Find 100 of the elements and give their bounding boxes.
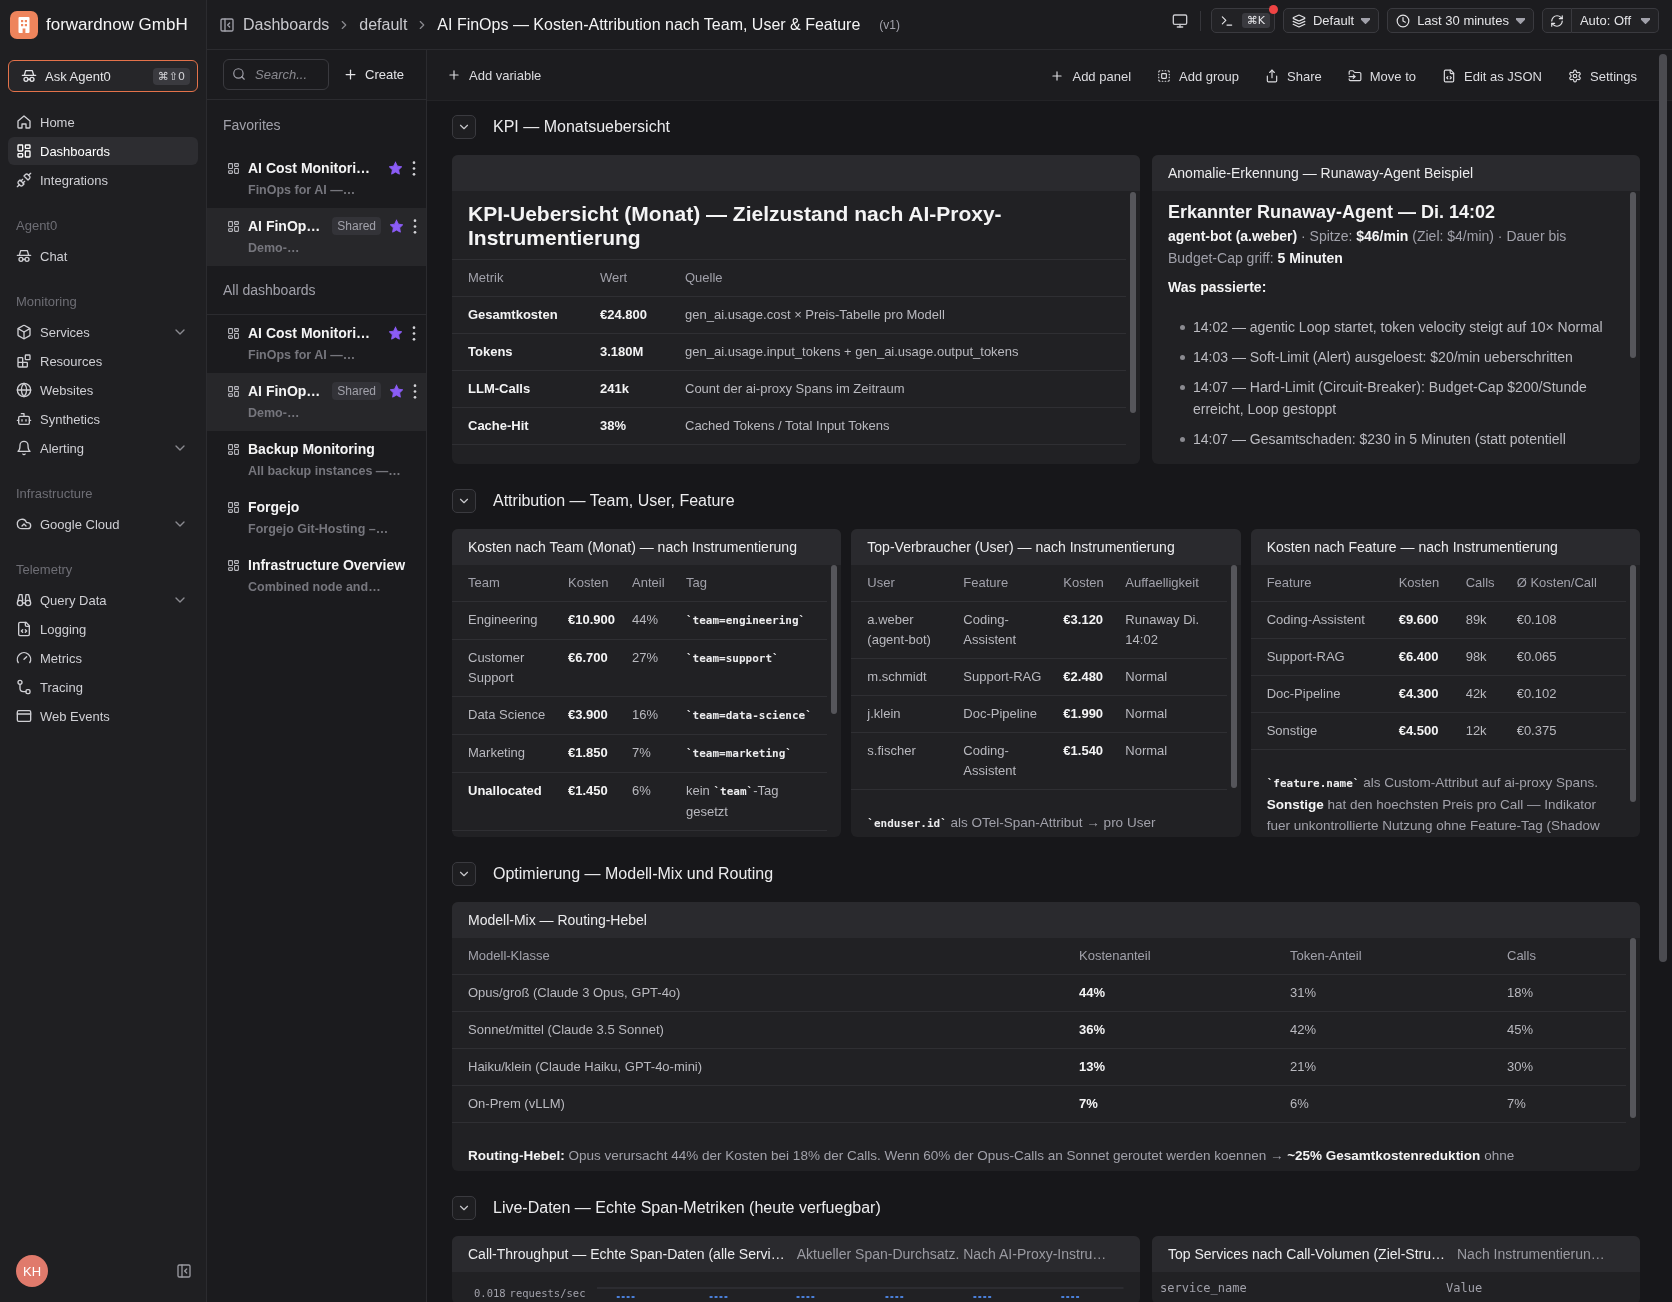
search-field[interactable]: Search...: [223, 59, 329, 90]
command-button[interactable]: ⌘K: [1210, 8, 1275, 33]
more-options-icon[interactable]: [412, 325, 416, 341]
collapse-button[interactable]: [452, 1196, 476, 1220]
settings-button[interactable]: Settings: [1568, 68, 1637, 84]
nav-item[interactable]: Dashboards: [8, 137, 198, 165]
create-button[interactable]: Create: [343, 67, 405, 82]
nav-item[interactable]: Alerting: [8, 434, 198, 462]
list-heading: Was passierte:: [1167, 278, 1268, 297]
dashboard-list-item[interactable]: Backup Monitoring All backup instances —…: [207, 431, 426, 489]
dashboard-list-item[interactable]: AI FinOp… Shared Demo-…: [207, 373, 426, 431]
caret-down-icon: [1515, 17, 1525, 24]
column-header: Kostenanteil: [1063, 938, 1274, 975]
dashboard-name: Backup Monitoring: [248, 441, 375, 457]
route-icon: [16, 679, 32, 695]
table-cell: Sonstige: [1250, 712, 1383, 750]
column-header: Calls: [1491, 938, 1626, 975]
nav-item[interactable]: Resources: [8, 347, 198, 375]
scrollbar-thumb[interactable]: [1130, 192, 1136, 413]
dashboard-grid-icon: [227, 326, 240, 340]
nav-item[interactable]: Google Cloud: [8, 510, 198, 538]
table-cell: €4.300: [1382, 675, 1450, 713]
add-panel-button[interactable]: Add panel: [1050, 68, 1132, 84]
time-range-dropdown[interactable]: Last 30 minutes: [1387, 8, 1534, 33]
monitor-icon[interactable]: [1171, 12, 1188, 29]
table-cell: €0.102: [1500, 675, 1626, 713]
add-variable-button[interactable]: Add variable: [447, 67, 542, 83]
nav-item[interactable]: Chat: [8, 242, 198, 270]
version-label: (v1): [879, 17, 900, 32]
star-icon[interactable]: [388, 325, 403, 341]
dashboard-name: AI Cost Monitori…: [248, 325, 371, 341]
nav-item[interactable]: Home: [8, 108, 198, 136]
nav-item[interactable]: Integrations: [8, 166, 198, 194]
dashboard-name: AI FinOp…: [248, 383, 321, 399]
nav-item[interactable]: Query Data: [8, 586, 198, 614]
table-cell: j.klein: [851, 695, 948, 733]
more-options-icon[interactable]: [413, 383, 418, 399]
nav-item[interactable]: Websites: [8, 376, 198, 404]
table-cell: €1.450: [552, 772, 616, 831]
refresh-button[interactable]: [1541, 8, 1572, 33]
scrollbar-thumb[interactable]: [1630, 938, 1636, 1118]
binoculars-icon: [16, 592, 32, 608]
dashboard-list-item[interactable]: Forgejo Forgejo Git-Hosting –…: [207, 489, 426, 547]
scrollbar-thumb[interactable]: [1630, 565, 1636, 802]
move-to-button[interactable]: Move to: [1347, 68, 1416, 84]
scrollbar-thumb[interactable]: [1630, 192, 1636, 358]
nav-item[interactable]: Metrics: [8, 644, 198, 672]
share-icon: [1265, 69, 1280, 83]
nav-item[interactable]: Services: [8, 318, 198, 346]
dashboard-grid-icon: [16, 143, 32, 159]
more-options-icon[interactable]: [412, 160, 416, 176]
ask-agent-button[interactable]: Ask Agent0 ⌘⇧0: [8, 60, 198, 92]
table-cell: Support-RAG: [947, 658, 1048, 696]
table-cell: Sonnet/mittel (Claude 3.5 Sonnet): [452, 1011, 1063, 1049]
collapse-button[interactable]: [452, 862, 476, 886]
caret-down-icon: [1361, 17, 1371, 24]
edit-json-button[interactable]: Edit as JSON: [1442, 68, 1542, 84]
nav-item[interactable]: Tracing: [8, 673, 198, 701]
table-cell: `team=engineering`: [670, 601, 828, 640]
robot-icon: [16, 411, 32, 427]
panel-description: Aktueller Span-Durchsatz. Nach AI-Proxy-Instru…: [796, 1246, 1107, 1262]
collapse-button[interactable]: [452, 115, 476, 139]
dashboard-list-item[interactable]: AI Cost Monitori… FinOps for AI —…: [207, 315, 426, 373]
sidebar-toggle-icon[interactable]: [176, 1263, 192, 1279]
table-cell: Normal: [1109, 732, 1227, 790]
table-cell: gen_ai.usage.input_tokens + gen_ai.usage.output_tokens: [669, 333, 1126, 371]
star-icon[interactable]: [388, 160, 403, 176]
nav-item[interactable]: Logging: [8, 615, 198, 643]
dashboard-grid-icon: [227, 384, 240, 398]
share-button[interactable]: Share: [1265, 68, 1322, 84]
dashboard-list-item[interactable]: AI FinOp… Shared Demo-…: [207, 208, 426, 266]
auto-refresh-dropdown[interactable]: Auto: Off: [1571, 8, 1659, 33]
table-cell: Gesamtkosten: [452, 296, 584, 334]
scrollbar-thumb[interactable]: [1230, 565, 1237, 788]
scrollbar-thumb[interactable]: [1659, 54, 1667, 962]
collapse-button[interactable]: [452, 489, 476, 513]
table-cell: s.fischer: [851, 732, 948, 790]
more-options-icon[interactable]: [413, 218, 418, 234]
list-section-label: All dashboards: [223, 282, 316, 298]
sidebar-toggle-icon[interactable]: [219, 16, 235, 33]
building-logo-icon[interactable]: [10, 10, 38, 39]
dashboard-list-item[interactable]: Infrastructure Overview Combined node and…: [207, 547, 426, 605]
dashboard-description: Demo-…: [247, 240, 301, 257]
scrollbar-thumb[interactable]: [831, 565, 838, 714]
nav-item[interactable]: Synthetics: [8, 405, 198, 433]
star-icon[interactable]: [389, 218, 405, 234]
table-cell: 7%: [1063, 1085, 1274, 1123]
add-group-button[interactable]: Add group: [1157, 68, 1240, 84]
table-cell: 12k: [1449, 712, 1501, 750]
panel-text: `feature.name` als Custom-Attribut auf ai-proxy Spans. Sonstige hat den hoechsten Preis pro Call — Indikator fuer unkontrollierte Nutzung ohne Feature-Tag (Shadow: [1265, 774, 1601, 835]
table-cell: Cached Tokens / Total Input Tokens: [669, 407, 1126, 445]
breadcrumb-link[interactable]: Dashboards: [243, 15, 330, 34]
dashboard-list-item[interactable]: AI Cost Monitori… FinOps for AI —…: [207, 150, 426, 208]
y-axis-label: 0.018: [474, 1287, 506, 1299]
nav-item[interactable]: Web Events: [8, 702, 198, 730]
star-icon[interactable]: [389, 383, 405, 399]
table-cell: `team=marketing`: [670, 734, 828, 773]
list-item: 14:07 — Hard-Limit (Circuit-Breaker): Budget-Cap $200/Stunde erreicht, Loop gestoppt: [1193, 378, 1588, 419]
environment-dropdown[interactable]: Default: [1282, 8, 1380, 33]
breadcrumb-link[interactable]: default: [359, 15, 408, 34]
